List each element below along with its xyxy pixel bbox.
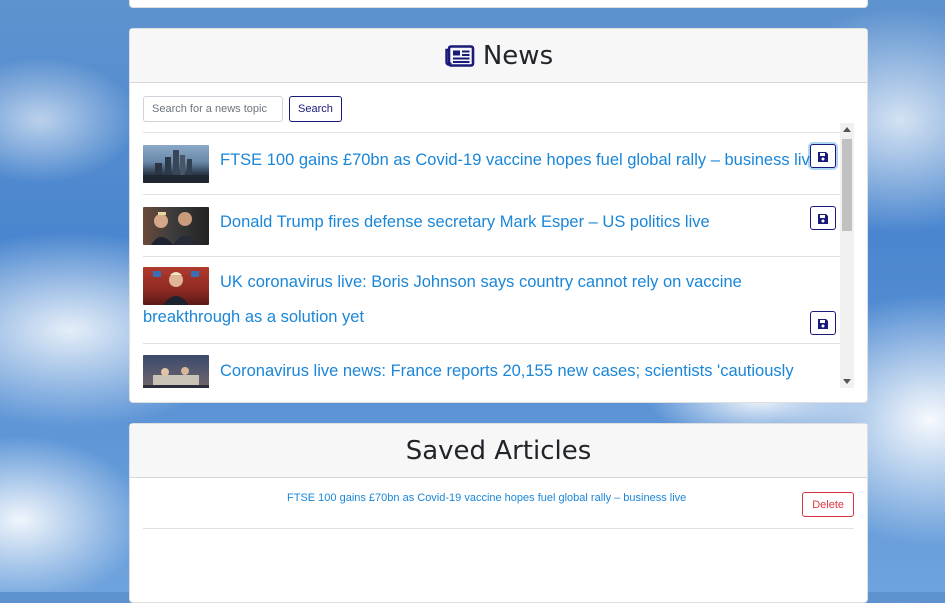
news-item: UK coronavirus live: Boris Johnson says … (143, 256, 840, 344)
news-item: Donald Trump fires defense secretary Mar… (143, 194, 840, 257)
floppy-disk-icon (818, 209, 828, 228)
news-link[interactable]: FTSE 100 gains £70bn as Covid-19 vaccine… (220, 143, 819, 178)
saved-item: FTSE 100 gains £70bn as Covid-19 vaccine… (143, 486, 854, 529)
floppy-disk-icon (818, 314, 828, 333)
search-button[interactable]: Search (289, 96, 342, 122)
search-row: Search (143, 96, 342, 122)
news-card: News Search FTSE 100 gains £70bn as Covi… (129, 28, 868, 403)
news-item: FTSE 100 gains £70bn as Covid-19 vaccine… (143, 132, 840, 195)
saved-title: Saved Articles (405, 435, 592, 466)
newspaper-icon (444, 44, 475, 67)
news-thumbnail[interactable] (143, 207, 209, 245)
news-link[interactable]: Coronavirus live news: France reports 20… (220, 354, 794, 388)
delete-button[interactable]: Delete (802, 492, 854, 517)
news-item: Coronavirus live news: France reports 20… (143, 343, 840, 388)
news-scrollbar[interactable] (840, 123, 854, 388)
scroll-thumb[interactable] (842, 139, 852, 231)
news-title: News (482, 40, 554, 71)
news-list: FTSE 100 gains £70bn as Covid-19 vaccine… (143, 123, 854, 388)
saved-header: Saved Articles (130, 424, 867, 478)
news-link-part[interactable]: UK coronavirus live: Boris Johnson says … (143, 265, 840, 335)
news-thumbnail[interactable] (143, 145, 209, 183)
scroll-down-arrow-icon[interactable] (843, 379, 851, 384)
saved-card: Saved Articles FTSE 100 gains £70bn as C… (129, 423, 868, 603)
news-thumbnail[interactable] (143, 355, 209, 388)
save-button[interactable] (810, 206, 836, 230)
scroll-up-arrow-icon[interactable] (843, 127, 851, 132)
search-input[interactable] (143, 96, 283, 122)
floppy-disk-icon (818, 147, 828, 166)
save-button[interactable] (810, 144, 836, 168)
save-button[interactable] (810, 311, 836, 335)
saved-article-link[interactable]: FTSE 100 gains £70bn as Covid-19 vaccine… (287, 492, 686, 504)
news-header: News (130, 29, 867, 83)
top-card (129, 0, 868, 8)
news-link[interactable]: Donald Trump fires defense secretary Mar… (220, 205, 710, 240)
